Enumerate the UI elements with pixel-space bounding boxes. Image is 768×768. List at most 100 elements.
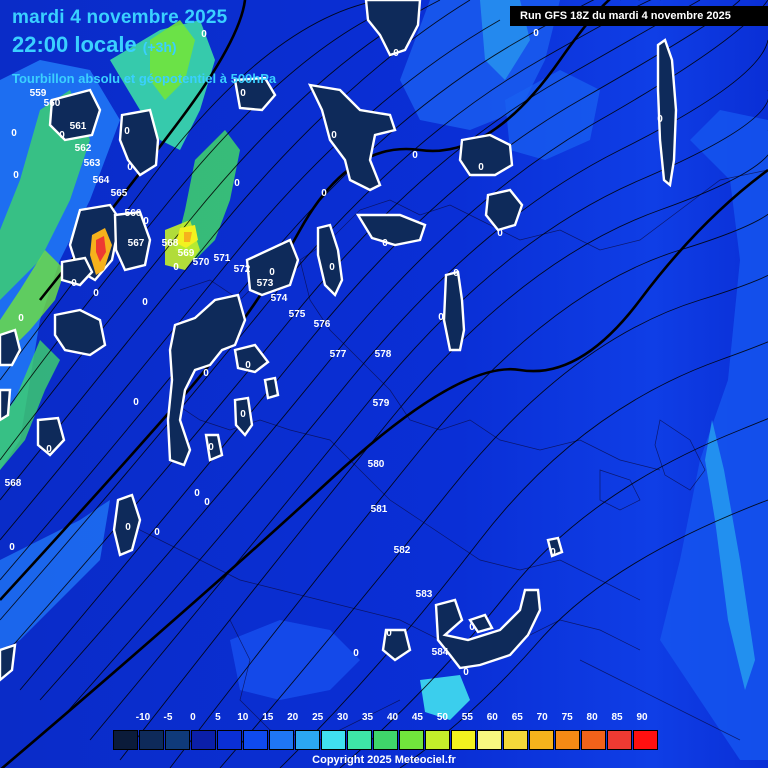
legend-label: 30	[337, 712, 349, 723]
legend-swatch	[217, 730, 242, 750]
zero-contour-label: 0	[393, 48, 399, 59]
isohypse-label: 564	[93, 175, 110, 186]
color-legend: -10 -5 0 5 10 15 20 25 30 35 40 45 50 55 60 65 70 75 80 85 9…	[113, 712, 658, 756]
map-subtitle: Tourbillon absolu et géopotentiel à 500h…	[12, 71, 277, 86]
legend-labels: -10 -5 0 5 10 15 20 25 30 35 40 45 50 55 60 65 70 75 80 85 9…	[113, 712, 648, 728]
legend-swatch	[451, 730, 476, 750]
legend-swatch	[581, 730, 606, 750]
legend-swatch	[399, 730, 424, 750]
zero-contour-label: 0	[331, 130, 337, 141]
run-info-banner: Run GFS 18Z du mardi 4 novembre 2025	[510, 6, 768, 26]
legend-label: -10	[135, 712, 151, 723]
legend-swatch	[373, 730, 398, 750]
zero-contour-label: 0	[154, 527, 160, 538]
legend-swatch	[321, 730, 346, 750]
vorticity-map: 0 0 0 0 0 0 0 0 0 0 0 0 0 0 0 0 0 0 0 0 0 0 0 0 0 0 0 0 0 0 0 0 0 0 0 0 0 0 0 0…	[0, 0, 768, 768]
isohypse-label: 577	[330, 349, 347, 360]
isohypse-label: 579	[373, 398, 390, 409]
isohypse-label: 563	[84, 158, 101, 169]
isohypse-label: 567	[128, 238, 145, 249]
zero-contour-label: 0	[208, 442, 214, 453]
zero-contour-label: 0	[497, 228, 503, 239]
legend-label: 15	[262, 712, 274, 723]
isohypse-label: 578	[375, 349, 392, 360]
legend-swatch	[477, 730, 502, 750]
forecast-offset: (+3h)	[142, 39, 177, 55]
isohypse-label: 580	[368, 459, 385, 470]
zero-contour-label: 0	[204, 497, 210, 508]
zero-contour-label: 0	[194, 488, 200, 499]
zero-contour-label: 0	[173, 262, 179, 273]
legend-label: 45	[411, 712, 423, 723]
legend-label: 40	[386, 712, 399, 723]
zero-contour-label: 0	[93, 288, 99, 299]
isohypse-label: 572	[234, 264, 251, 275]
legend-label: -5	[163, 712, 173, 723]
zero-contour-label: 0	[133, 397, 139, 408]
legend-label: 85	[611, 712, 623, 723]
zero-contour-label: 0	[201, 29, 207, 40]
isohypse-label: 568	[162, 238, 179, 249]
legend-swatch	[139, 730, 164, 750]
zero-contour-label: 0	[46, 444, 52, 455]
legend-label: 35	[361, 712, 374, 723]
zero-contour-label: 0	[142, 297, 148, 308]
zero-contour-label: 0	[453, 268, 459, 279]
zero-contour-label: 0	[269, 267, 275, 278]
isohypse-label: 561	[70, 121, 87, 132]
legend-label: 80	[586, 712, 598, 723]
legend-swatch	[191, 730, 216, 750]
forecast-time: 22:00 locale (+3h)	[12, 32, 177, 58]
zero-contour-label: 0	[13, 170, 19, 181]
zero-contour-label: 0	[321, 188, 327, 199]
forecast-date: mardi 4 novembre 2025	[12, 7, 228, 28]
isohypse-label: 571	[214, 253, 231, 264]
isohypse-label: 582	[394, 545, 411, 556]
zero-contour-label: 0	[143, 216, 149, 227]
legend-swatch	[269, 730, 294, 750]
legend-swatch	[607, 730, 632, 750]
isohypse-label: 581	[371, 504, 388, 515]
legend-label: 65	[511, 712, 523, 723]
zero-contour-label: 0	[382, 238, 388, 249]
legend-label: 50	[436, 712, 448, 723]
zero-contour-label: 0	[125, 522, 131, 533]
zero-contour-label: 0	[412, 150, 418, 161]
isohypse-label: 565	[111, 188, 128, 199]
zero-contour-label: 0	[353, 648, 359, 659]
isohypse-label: 573	[257, 278, 274, 289]
legend-swatch	[165, 730, 190, 750]
isohypse-label: 584	[432, 647, 449, 658]
zero-contour-label: 0	[533, 28, 539, 39]
zero-contour-label: 0	[127, 162, 133, 173]
legend-label: 25	[312, 712, 324, 723]
legend-swatch	[633, 730, 658, 750]
legend-label: 5	[215, 712, 221, 723]
legend-swatch	[347, 730, 372, 750]
zero-contour-label: 0	[203, 368, 209, 379]
legend-label: 70	[536, 712, 548, 723]
zero-contour-label: 0	[240, 409, 246, 420]
legend-label: 10	[237, 712, 249, 723]
legend-swatch	[243, 730, 268, 750]
isohypse-label: 576	[314, 319, 331, 330]
legend-swatch	[295, 730, 320, 750]
copyright: Copyright 2025 Meteociel.fr	[312, 754, 456, 766]
zero-contour-label: 0	[59, 130, 65, 141]
zero-contour-label: 0	[469, 622, 475, 633]
legend-label: 0	[190, 712, 196, 723]
legend-swatch	[113, 730, 138, 750]
isohypse-label: 566	[125, 208, 142, 219]
zero-contour-label: 0	[657, 114, 663, 125]
legend-label: 75	[561, 712, 573, 723]
legend-swatch	[503, 730, 528, 750]
forecast-time-value: 22:00 locale	[12, 32, 137, 57]
isohypse-label: 583	[416, 589, 433, 600]
legend-swatch	[555, 730, 580, 750]
isohypse-label: 560	[44, 98, 61, 109]
zero-contour-label: 0	[463, 667, 469, 678]
legend-label: 55	[461, 712, 473, 723]
zero-contour-label: 0	[386, 628, 392, 639]
zero-contour-label: 0	[18, 313, 24, 324]
zero-contour-label: 0	[240, 88, 246, 99]
